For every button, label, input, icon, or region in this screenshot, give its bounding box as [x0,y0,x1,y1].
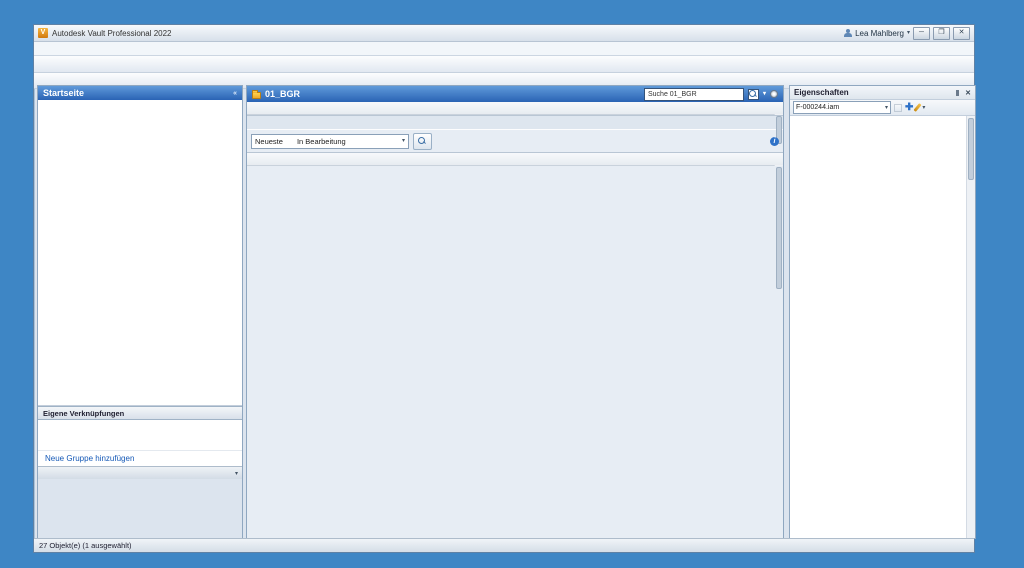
folder-icon [252,92,261,99]
chevron-down-icon: ▾ [907,30,910,36]
title-bar: V Autodesk Vault Professional 2022 Lea M… [34,25,974,42]
detail-tabs [247,116,783,130]
properties-grid [790,116,975,538]
navigation-tree [38,100,242,406]
properties-panel: Eigenschaften ✕ F-000244.iam ▾ ✚ ▾ [789,85,976,539]
sidebar-header: Startseite « [38,86,242,100]
menu-bar [34,42,974,56]
chevron-down-icon: ▾ [885,105,888,111]
properties-file-value: F-000244.iam [796,104,839,111]
usage-grid-scrollbar[interactable] [774,165,783,166]
filter-bar: Neueste In Bearbeitung ▾ i [247,130,783,152]
history-filter-combo[interactable]: Neueste In Bearbeitung ▾ [251,134,409,149]
filter-settings-button[interactable] [413,133,432,150]
vault-logo-icon: V [38,28,48,38]
filter-right-value: In Bearbeitung [297,137,346,146]
pin-icon[interactable] [956,90,959,96]
search-icon[interactable] [748,89,759,100]
restore-button[interactable]: ❐ [933,27,950,40]
remove-property-button [894,104,902,112]
usage-grid [247,152,783,166]
user-name: Lea Mahlberg [855,29,904,38]
add-group-link[interactable]: Neue Gruppe hinzufügen [38,450,242,467]
filter-left-value: Neueste [255,137,283,146]
file-grid-header [247,102,783,115]
window-title: Autodesk Vault Professional 2022 [52,29,171,38]
minimize-button[interactable]: ─ [913,27,930,40]
properties-file-combo[interactable]: F-000244.iam ▾ [793,101,891,114]
search-input[interactable]: Suche 01_BGR [644,88,744,101]
folder-title: 01_BGR [265,89,300,99]
search-options-chevron[interactable]: ▾ [763,91,766,97]
nav-overflow-icon[interactable]: ▾ [235,470,238,477]
edit-property-button[interactable] [914,103,922,112]
collapse-icon[interactable]: « [233,90,237,97]
shortcuts-area [38,420,242,450]
properties-scrollbar[interactable] [966,116,975,538]
user-menu[interactable]: Lea Mahlberg ▾ [844,29,910,38]
folder-header: 01_BGR Suche 01_BGR ▾ [247,86,783,102]
usage-grid-header [247,153,783,166]
file-grid-scrollbar[interactable] [774,114,783,115]
main-panel: 01_BGR Suche 01_BGR ▾ Neueste In Bearbei… [246,85,784,539]
toolbar-main [34,56,974,73]
user-icon [844,29,852,37]
view-options-icon[interactable] [770,90,778,98]
properties-header: Eigenschaften ✕ [790,86,975,100]
close-button[interactable]: ✕ [953,27,970,40]
file-grid [247,102,783,116]
info-icon[interactable]: i [770,137,779,146]
shortcuts-header: Eigene Verknüpfungen [38,406,242,420]
properties-title: Eigenschaften [794,88,849,97]
chevron-down-icon[interactable]: ▾ [922,105,925,111]
sidebar-header-label: Startseite [43,88,84,98]
desktop: { "window": { "title": "Autodesk Vault P… [0,0,1024,568]
app-window: V Autodesk Vault Professional 2022 Lea M… [33,24,975,553]
properties-toolbar: F-000244.iam ▾ ✚ ▾ [790,100,975,116]
content-area: Startseite « Eigene Verknüpfungen Neue G… [34,85,974,539]
chevron-down-icon: ▾ [402,138,405,144]
close-panel-icon[interactable]: ✕ [965,89,971,97]
usage-grid-footer [247,166,783,186]
status-bar: 27 Objekt(e) (1 ausgewählt) [34,538,974,552]
sidebar: Startseite « Eigene Verknüpfungen Neue G… [37,85,243,539]
add-property-button[interactable]: ✚ [905,103,913,112]
status-count: 27 Objekt(e) (1 ausgewählt) [39,541,132,550]
nav-footer: ▾ [38,467,242,479]
